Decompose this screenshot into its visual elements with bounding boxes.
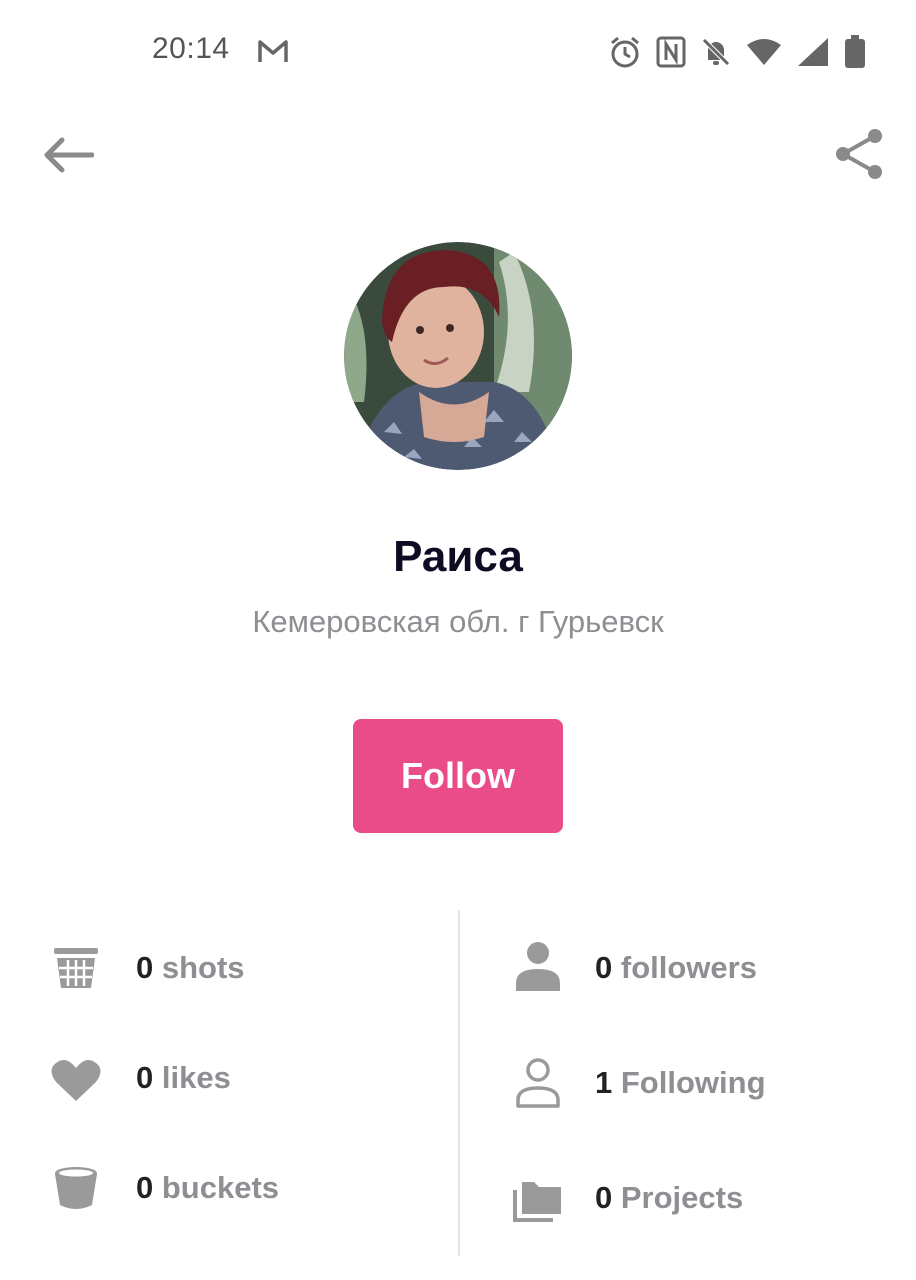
- nfc-icon: [656, 36, 686, 68]
- stat-label: shots: [161, 950, 245, 985]
- follow-button[interactable]: Follow: [353, 719, 563, 833]
- profile-name: Раиса: [393, 532, 523, 581]
- stat-projects[interactable]: 0 Projects: [460, 1168, 916, 1228]
- person-filled-icon: [512, 940, 564, 992]
- alarm-icon: [608, 35, 642, 69]
- avatar: [344, 242, 572, 470]
- profile-location: Кемеровская обл. г Гурьевск: [252, 604, 664, 639]
- person-outline-icon: [512, 1057, 564, 1109]
- stat-label: Following: [620, 1065, 766, 1100]
- stat-label: Projects: [620, 1180, 744, 1215]
- stat-following[interactable]: 1 Following: [460, 1053, 916, 1113]
- wifi-icon: [746, 37, 782, 67]
- stat-shots-text: 0 shots: [136, 950, 245, 986]
- arrow-left-icon: [42, 137, 95, 178]
- stat-count: 0: [136, 950, 154, 985]
- signal-icon: [796, 36, 830, 68]
- stat-count: 0: [136, 1170, 154, 1205]
- gmail-icon: [257, 38, 289, 64]
- stat-count: 0: [595, 950, 613, 985]
- status-time: 20:14: [152, 32, 230, 65]
- stat-label: followers: [620, 950, 757, 985]
- bucket-icon: [50, 1162, 102, 1214]
- stat-likes[interactable]: 0 likes: [0, 1048, 458, 1108]
- stat-count: 0: [136, 1060, 154, 1095]
- status-bar: 20:14: [0, 0, 916, 105]
- stat-followers-text: 0 followers: [595, 950, 757, 986]
- stat-buckets[interactable]: 0 buckets: [0, 1158, 458, 1218]
- stat-following-text: 1 Following: [595, 1065, 766, 1101]
- heart-icon: [50, 1054, 102, 1106]
- stat-count: 1: [595, 1065, 613, 1100]
- stat-buckets-text: 0 buckets: [136, 1170, 279, 1206]
- share-icon: [835, 128, 883, 185]
- basket-icon: [50, 942, 102, 994]
- stat-label: likes: [161, 1060, 231, 1095]
- stat-count: 0: [595, 1180, 613, 1215]
- stat-shots[interactable]: 0 shots: [0, 938, 458, 998]
- stat-projects-text: 0 Projects: [595, 1180, 743, 1216]
- status-icons: [608, 34, 866, 70]
- stat-likes-text: 0 likes: [136, 1060, 231, 1096]
- stat-label: buckets: [161, 1170, 280, 1205]
- back-button[interactable]: [38, 132, 98, 182]
- battery-icon: [844, 35, 866, 69]
- share-button[interactable]: [832, 128, 886, 184]
- folders-icon: [512, 1174, 564, 1226]
- stat-followers[interactable]: 0 followers: [460, 938, 916, 998]
- bell-off-icon: [700, 36, 732, 68]
